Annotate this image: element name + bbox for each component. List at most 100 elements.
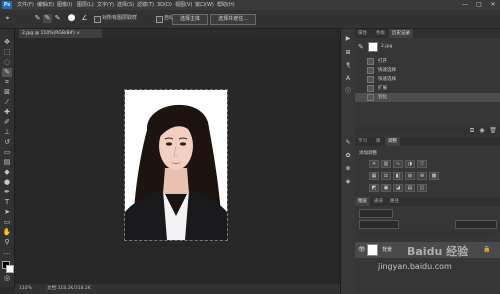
- menu-3d[interactable]: 3D(D): [157, 1, 172, 9]
- clone-source-icon[interactable]: ⊗: [344, 165, 352, 173]
- menu-image[interactable]: 图像(I): [57, 1, 72, 9]
- hue-saturation-icon[interactable]: ▦: [369, 172, 379, 180]
- history-brush-source-icon[interactable]: ✎: [358, 42, 368, 52]
- navigator-icon[interactable]: ◈: [344, 178, 352, 186]
- menu-layer[interactable]: 图层(L): [77, 1, 94, 9]
- frame-tool-icon[interactable]: ⊠: [2, 88, 12, 97]
- vibrance-icon[interactable]: ▽: [417, 160, 427, 168]
- subtract-selection-brush-icon[interactable]: ✎: [53, 14, 62, 23]
- gradient-tool-icon[interactable]: ▤: [2, 158, 12, 167]
- tool-presets-icon[interactable]: ⊞: [344, 49, 352, 57]
- history-item[interactable]: 快速选择: [355, 75, 500, 84]
- select-subject-button[interactable]: 选择主体: [172, 14, 208, 25]
- play-action-icon[interactable]: ▶: [344, 35, 352, 43]
- brush-angle-icon[interactable]: ∠: [80, 14, 89, 23]
- rectangle-tool-icon[interactable]: ▭: [2, 218, 12, 227]
- menu-edit[interactable]: 编辑(E): [37, 1, 54, 9]
- clone-stamp-tool-icon[interactable]: ⊥: [2, 128, 12, 137]
- path-selection-tool-icon[interactable]: ➤: [2, 208, 12, 217]
- document-tab[interactable]: 2.jpg @ 110%(RGB/8#) ×: [19, 29, 102, 38]
- invert-icon[interactable]: ◩: [369, 184, 379, 192]
- history-item[interactable]: 快速选择: [355, 66, 500, 75]
- blur-tool-icon[interactable]: ◆: [2, 168, 12, 177]
- crop-tool-icon[interactable]: ⌗: [2, 78, 12, 87]
- menu-select[interactable]: 选择(S): [117, 1, 134, 9]
- marquee-tool-icon[interactable]: ⬚: [2, 48, 12, 57]
- menu-type[interactable]: 文字(Y): [97, 1, 114, 9]
- menu-filter[interactable]: 滤镜(T): [137, 1, 154, 9]
- type-tool-icon[interactable]: T: [2, 198, 12, 207]
- zoom-tool-icon[interactable]: ⚲: [2, 238, 12, 247]
- tab-paths[interactable]: 路径: [387, 197, 402, 206]
- tab-learn[interactable]: 学习: [355, 137, 370, 146]
- channel-mixer-icon[interactable]: ⊕: [417, 172, 427, 180]
- menu-file[interactable]: 文件(F): [17, 1, 34, 9]
- menu-view[interactable]: 视图(V): [175, 1, 192, 9]
- tab-swatches[interactable]: 色板: [373, 29, 388, 38]
- history-item[interactable]: 扩展: [355, 84, 500, 93]
- threshold-icon[interactable]: ◪: [393, 184, 403, 192]
- paragraph-icon[interactable]: ¶: [344, 62, 352, 70]
- snapshot-name[interactable]: 2.jpg: [381, 44, 392, 49]
- selective-color-icon[interactable]: ◫: [417, 184, 427, 192]
- dodge-tool-icon[interactable]: ●: [2, 178, 12, 187]
- maximize-icon[interactable]: □: [474, 1, 484, 9]
- trash-icon[interactable]: 🗑: [489, 127, 497, 135]
- tab-adjustments[interactable]: 调整: [385, 137, 400, 146]
- new-document-from-state-icon[interactable]: ⧉: [468, 127, 476, 135]
- brushes-icon[interactable]: ✿: [344, 152, 352, 160]
- tab-libraries[interactable]: 库: [373, 137, 384, 146]
- background-color-swatch[interactable]: [6, 265, 14, 273]
- add-selection-brush-icon[interactable]: ✎: [43, 14, 52, 23]
- character-icon[interactable]: A: [344, 75, 352, 83]
- visibility-eye-icon[interactable]: 👁: [358, 246, 366, 253]
- quick-selection-tool-icon[interactable]: ✎: [2, 68, 12, 77]
- close-icon[interactable]: ✕: [488, 1, 498, 9]
- minimize-icon[interactable]: —: [460, 1, 470, 9]
- black-white-icon[interactable]: ◧: [393, 172, 403, 180]
- color-balance-icon[interactable]: ⚖: [381, 172, 391, 180]
- hand-tool-icon[interactable]: ✋: [2, 228, 12, 237]
- zoom-level[interactable]: 110%: [19, 285, 32, 293]
- tab-channels[interactable]: 通道: [371, 197, 386, 206]
- healing-brush-tool-icon[interactable]: ✚: [2, 108, 12, 117]
- brush-settings-icon[interactable]: ✎: [344, 139, 352, 147]
- auto-enhance-checkbox[interactable]: [156, 16, 163, 23]
- tab-history[interactable]: 历史记录: [389, 29, 413, 38]
- history-brush-tool-icon[interactable]: ↺: [2, 138, 12, 147]
- brush-size-icon[interactable]: ●: [67, 14, 76, 23]
- new-selection-brush-icon[interactable]: ✎: [33, 14, 42, 23]
- curves-icon[interactable]: ∿: [393, 160, 403, 168]
- sample-all-layers-checkbox[interactable]: [94, 16, 101, 23]
- brightness-contrast-icon[interactable]: ☀: [369, 160, 379, 168]
- blend-mode-dropdown[interactable]: [359, 220, 399, 229]
- snapshot-thumbnail[interactable]: [368, 42, 378, 52]
- camera-snapshot-icon[interactable]: ◉: [478, 127, 486, 135]
- quick-select-tool-icon[interactable]: ⌖: [3, 14, 12, 23]
- eyedropper-tool-icon[interactable]: ⁄: [2, 98, 12, 107]
- gradient-map-icon[interactable]: ▤: [405, 184, 415, 192]
- select-and-mask-button[interactable]: 选择并遮住...: [210, 14, 256, 25]
- color-lookup-icon[interactable]: ▩: [429, 172, 439, 180]
- layer-name[interactable]: 背景: [382, 246, 392, 253]
- move-tool-icon[interactable]: ✥: [2, 38, 12, 47]
- tab-layers[interactable]: 图层: [355, 197, 370, 206]
- levels-icon[interactable]: ▥: [381, 160, 391, 168]
- more-tools-icon[interactable]: …: [2, 248, 12, 257]
- history-item[interactable]: 打开: [355, 57, 500, 66]
- brush-tool-icon[interactable]: ✐: [2, 118, 12, 127]
- tab-properties[interactable]: 属性: [355, 29, 370, 38]
- lasso-tool-icon[interactable]: ◌: [2, 58, 12, 67]
- exposure-icon[interactable]: ◑: [405, 160, 415, 168]
- info-icon[interactable]: ⓘ: [344, 88, 352, 96]
- eraser-tool-icon[interactable]: ▭: [2, 148, 12, 157]
- layer-filter-dropdown[interactable]: [359, 209, 393, 218]
- menu-help[interactable]: 帮助(H): [217, 1, 235, 9]
- posterize-icon[interactable]: ▣: [381, 184, 391, 192]
- photo-filter-icon[interactable]: ◍: [405, 172, 415, 180]
- pen-tool-icon[interactable]: ✒: [2, 188, 12, 197]
- quick-mask-icon[interactable]: ◎: [2, 274, 12, 283]
- history-item-selected[interactable]: 羽化: [355, 93, 500, 102]
- opacity-field[interactable]: [455, 220, 497, 229]
- menu-window[interactable]: 窗口(W): [195, 1, 214, 9]
